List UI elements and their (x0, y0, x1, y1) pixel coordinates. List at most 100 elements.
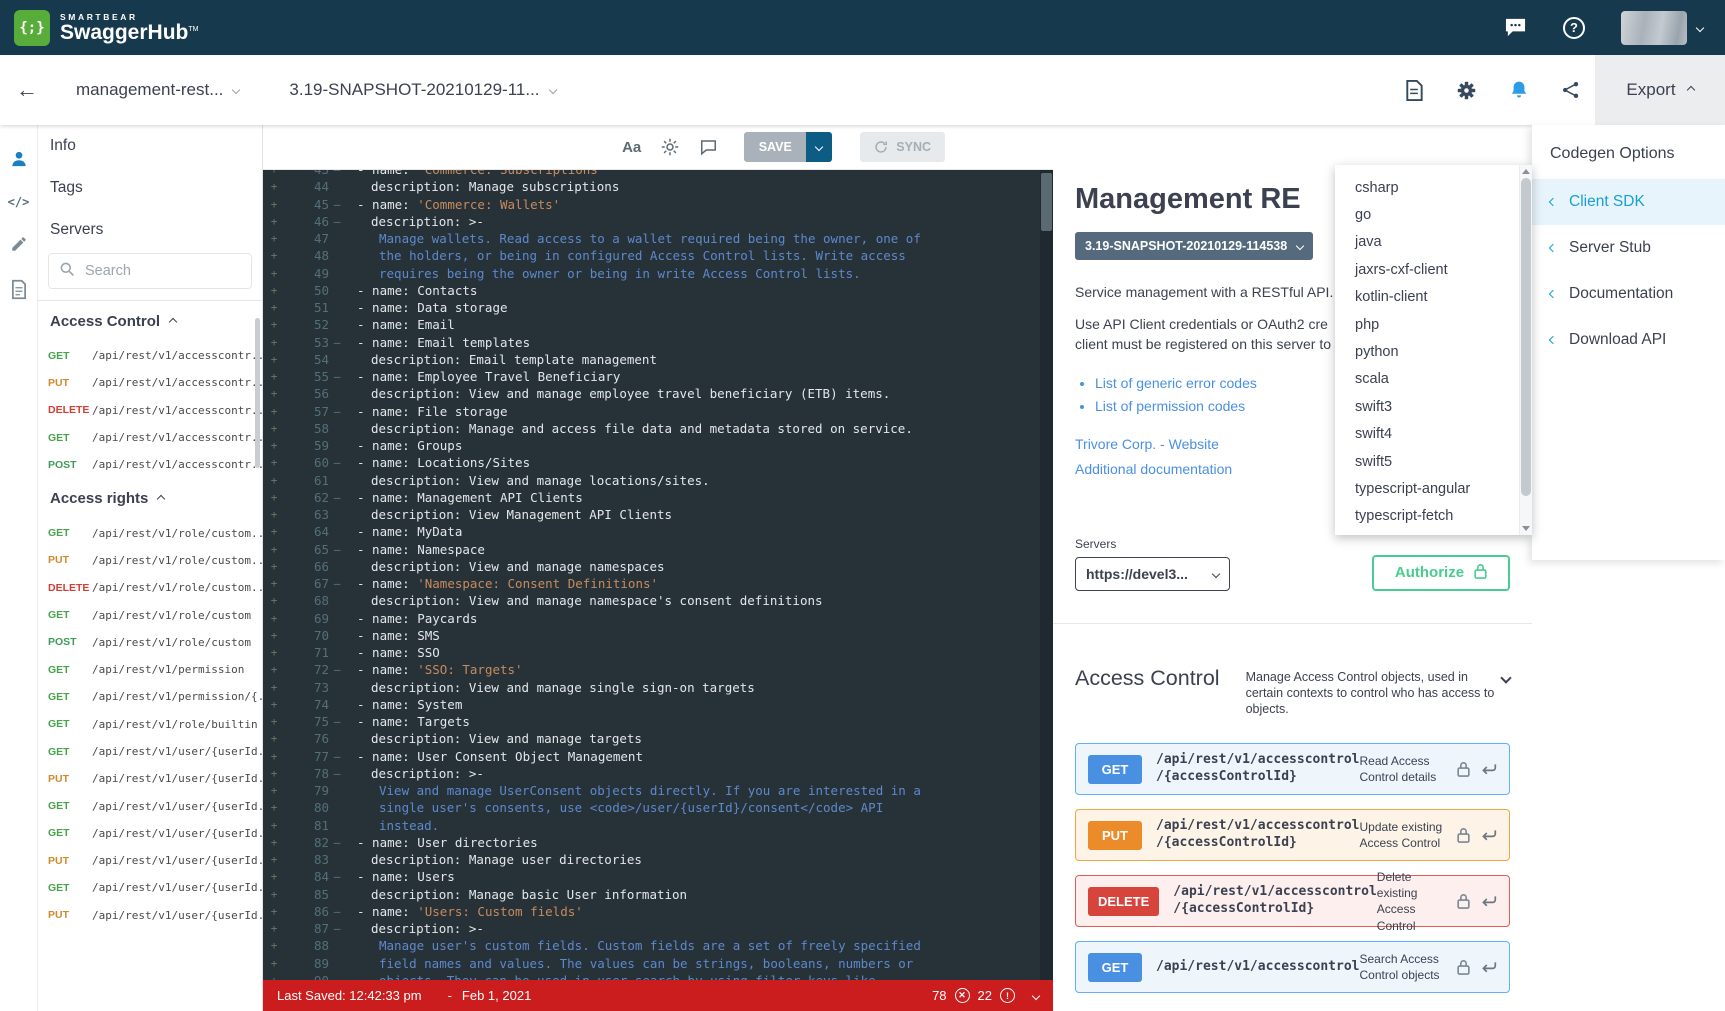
operation-row[interactable]: PUT/api/rest/v1/accesscontrol /{accessCo… (1075, 809, 1510, 861)
version-badge[interactable]: 3.19-SNAPSHOT-20210129-114538 (1075, 232, 1313, 260)
editor-scrollbar-thumb[interactable] (1041, 173, 1052, 231)
api-version-dropdown[interactable]: 3.19-SNAPSHOT-20210129-11... (289, 80, 555, 100)
code-line[interactable]: +66description: View and manage namespac… (263, 558, 1053, 575)
sdk-language-swift4[interactable]: swift4 (1335, 421, 1532, 448)
sdk-sc rollbar-thumb[interactable] (1521, 178, 1531, 496)
lock-icon[interactable] (1457, 893, 1470, 909)
save-button[interactable]: SAVE (744, 132, 806, 162)
font-size-icon[interactable]: Aa (622, 139, 641, 156)
server-select[interactable]: https://devel3... (1075, 557, 1230, 591)
fold-icon[interactable]: – (329, 334, 345, 351)
theme-brightness-icon[interactable] (661, 138, 679, 156)
code-line[interactable]: +77–- name: User Consent Object Manageme… (263, 748, 1053, 765)
fold-icon[interactable]: – (329, 903, 345, 920)
scroll-up-icon[interactable] (1522, 169, 1530, 174)
fold-icon[interactable]: – (329, 541, 345, 558)
fold-icon[interactable]: – (329, 765, 345, 782)
sidebar-endpoint[interactable]: GET/api/rest/v1/user/{userId... (38, 738, 262, 765)
sdk-language-typescript-angular[interactable]: typescript-angular (1335, 475, 1532, 502)
code-line[interactable]: +87–description: >- (263, 920, 1053, 937)
fold-icon[interactable]: – (329, 454, 345, 471)
code-line[interactable]: +56description: View and manage employee… (263, 385, 1053, 402)
code-line[interactable]: +75–- name: Targets (263, 713, 1053, 730)
code-line[interactable]: +63description: View Management API Clie… (263, 506, 1053, 523)
code-line[interactable]: +89field names and values. The values ca… (263, 955, 1053, 972)
sidebar-endpoint[interactable]: PUT/api/rest/v1/accesscontr... (38, 369, 262, 396)
sidebar-endpoint[interactable]: DELETE/api/rest/v1/accesscontr... (38, 397, 262, 424)
code-line[interactable]: +73description: View and manage single s… (263, 679, 1053, 696)
code-line[interactable]: +48the holders, or being in configured A… (263, 247, 1053, 264)
sdk-scrollbar[interactable] (1519, 165, 1532, 535)
sidebar-endpoint[interactable]: POST/api/rest/v1/accesscontr... (38, 451, 262, 478)
fold-icon[interactable]: – (329, 920, 345, 937)
lock-icon[interactable] (1457, 827, 1470, 843)
sidebar-section-header-access-rights[interactable]: Access rights (38, 478, 262, 519)
fold-icon[interactable]: – (329, 575, 345, 592)
fold-icon[interactable]: – (329, 868, 345, 885)
code-line[interactable]: +69- name: Paycards (263, 610, 1053, 627)
code-line[interactable]: +64- name: MyData (263, 523, 1053, 540)
fold-icon[interactable]: – (329, 196, 345, 213)
sidebar-endpoint[interactable]: GET/api/rest/v1/user/{userId... (38, 792, 262, 819)
sidebar-endpoint[interactable]: GET/api/rest/v1/accesscontr... (38, 424, 262, 451)
chat-icon[interactable] (1504, 17, 1527, 38)
deep-link-arrow-icon[interactable] (1480, 828, 1497, 843)
code-line[interactable]: +55–- name: Employee Travel Beneficiary (263, 368, 1053, 385)
authorize-button[interactable]: Authorize (1372, 555, 1510, 591)
code-line[interactable]: +54description: Email template managemen… (263, 351, 1053, 368)
code-line[interactable]: +81instead. (263, 817, 1053, 834)
code-line[interactable]: +45–- name: 'Commerce: Wallets' (263, 196, 1053, 213)
sidebar-item-servers[interactable]: Servers (38, 209, 262, 251)
fold-icon[interactable]: – (329, 748, 345, 765)
deep-link-arrow-icon[interactable] (1480, 894, 1497, 909)
code-line[interactable]: +58description: Manage and access file d… (263, 420, 1053, 437)
sidebar-endpoint[interactable]: GET/api/rest/v1/user/{userId... (38, 820, 262, 847)
visual-editor-icon[interactable] (10, 235, 28, 253)
code-line[interactable]: +60–- name: Locations/Sites (263, 454, 1053, 471)
scroll-down-icon[interactable] (1522, 526, 1530, 531)
code-line[interactable]: +79View and manage UserConsent objects d… (263, 782, 1053, 799)
code-line[interactable]: +59- name: Groups (263, 437, 1053, 454)
file-icon[interactable] (1404, 79, 1424, 102)
code-line[interactable]: +84–- name: Users (263, 868, 1053, 885)
comment-icon[interactable] (699, 138, 718, 156)
sdk-language-typescript-fetch[interactable]: typescript-fetch (1335, 503, 1532, 530)
code-line[interactable]: +47Manage wallets. Read access to a wall… (263, 230, 1053, 247)
section-header[interactable]: Access Control Manage Access Control obj… (1075, 666, 1510, 718)
fold-icon[interactable]: – (329, 713, 345, 730)
deep-link-arrow-icon[interactable] (1480, 762, 1497, 777)
code-editor-icon[interactable]: </> (8, 195, 30, 209)
code-line[interactable]: +67–- name: 'Namespace: Consent Definiti… (263, 575, 1053, 592)
code-line[interactable]: +50- name: Contacts (263, 282, 1053, 299)
code-editor[interactable]: +43–- name: 'Commerce: Subscriptions'+44… (263, 170, 1053, 980)
warning-icon[interactable]: ! (1000, 988, 1015, 1003)
sidebar-endpoint[interactable]: GET/api/rest/v1/role/builtin (38, 711, 262, 738)
code-line[interactable]: +65–- name: Namespace (263, 541, 1053, 558)
fold-icon[interactable]: – (329, 213, 345, 230)
operation-row[interactable]: GET/api/rest/v1/accesscontrolSearch Acce… (1075, 941, 1510, 993)
fold-icon[interactable]: – (329, 403, 345, 420)
api-explorer-icon[interactable] (9, 149, 29, 169)
fold-icon[interactable]: – (329, 170, 345, 178)
sidebar-scrollbar[interactable] (255, 318, 260, 468)
api-name-dropdown[interactable]: management-rest... (76, 80, 239, 100)
code-line[interactable]: +62–- name: Management API Clients (263, 489, 1053, 506)
code-line[interactable]: +74- name: System (263, 696, 1053, 713)
lock-icon[interactable] (1457, 959, 1470, 975)
code-line[interactable]: +86–- name: 'Users: Custom fields' (263, 903, 1053, 920)
sidebar-endpoint[interactable]: PUT/api/rest/v1/role/custom... (38, 547, 262, 574)
user-menu[interactable] (1621, 11, 1703, 45)
fold-icon[interactable]: – (329, 368, 345, 385)
sync-button[interactable]: SYNC (860, 132, 945, 162)
gear-icon[interactable] (1456, 80, 1477, 101)
sdk-language-swift3[interactable]: swift3 (1335, 393, 1532, 420)
sidebar-endpoint[interactable]: GET/api/rest/v1/user/{userId... (38, 874, 262, 901)
code-line[interactable]: +43–- name: 'Commerce: Subscriptions' (263, 170, 1053, 178)
sidebar-endpoint[interactable]: GET/api/rest/v1/accesscontr... (38, 342, 262, 369)
sidebar-endpoint[interactable]: DELETE/api/rest/v1/role/custom... (38, 574, 262, 601)
statusbar-caret-icon[interactable] (1032, 991, 1040, 999)
code-line[interactable]: +85description: Manage basic User inform… (263, 886, 1053, 903)
sidebar-endpoint[interactable]: PUT/api/rest/v1/user/{userId... (38, 847, 262, 874)
code-line[interactable]: +90objects. They can be used in user sea… (263, 972, 1053, 980)
sdk-language-python[interactable]: python (1335, 338, 1532, 365)
